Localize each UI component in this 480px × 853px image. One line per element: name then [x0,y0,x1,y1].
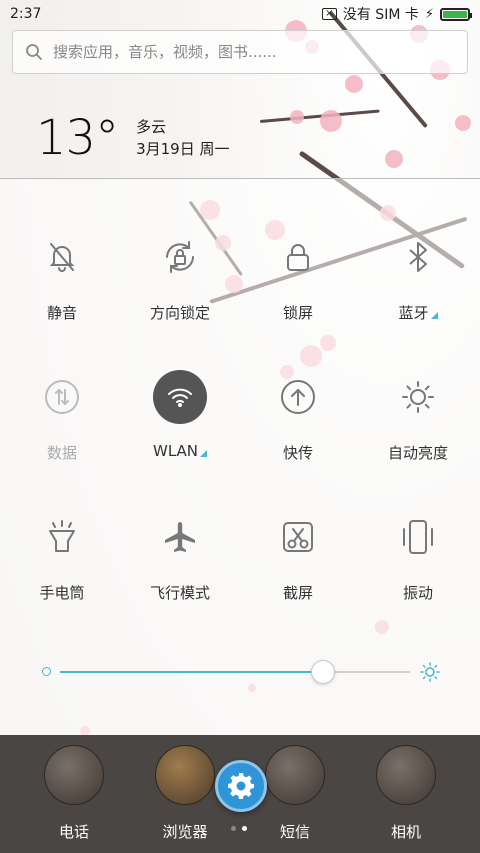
phone-app-icon [44,745,104,805]
toggle-label: 振动 [402,584,433,602]
toggle-flashlight[interactable]: 手电筒 [2,510,122,610]
charging-icon: ⚡ [424,6,434,22]
browser-app-icon [155,745,215,805]
weather-temperature: 13° [36,110,119,166]
toggle-airplane-mode[interactable]: 飞行模式 [120,510,240,610]
brightness-fill [60,671,323,673]
dock-app-label: 电话 [58,823,89,841]
toggle-label: 方向锁定 [149,304,210,322]
brightness-low-icon [42,667,51,676]
toggle-auto-brightness[interactable]: 自动亮度 [358,370,478,470]
battery-icon [440,7,472,21]
upload-icon [271,370,325,424]
page-dot-current[interactable] [242,826,247,831]
brightness-slider[interactable] [40,660,440,684]
airplane-icon [153,510,207,564]
toggle-label: 数据 [46,444,77,462]
messages-app-icon [265,745,325,805]
toggle-wlan[interactable]: WLAN [120,370,240,470]
data-icon [35,370,89,424]
wifi-icon [153,370,207,424]
toggle-label: 蓝牙 [398,304,429,322]
dock-app-label: 相机 [390,823,421,841]
toggle-label: WLAN [152,442,198,460]
battery-fill [443,10,467,18]
vibrate-icon [391,510,445,564]
dock-app-camera[interactable]: 相机 [346,745,466,842]
weather-widget[interactable]: 13° 多云 3月19日 周一 [36,110,229,166]
toggle-label-wrap: 蓝牙 [398,302,438,323]
toggle-label: 锁屏 [282,304,313,322]
header-divider [0,178,480,179]
weather-condition: 多云 [136,118,167,136]
toggle-rotation-lock[interactable]: 方向锁定 [120,230,240,330]
status-time: 2:37 [10,6,42,22]
submenu-indicator-icon[interactable] [430,312,438,319]
page-dot[interactable] [231,826,236,831]
toggle-mobile-data[interactable]: 数据 [2,370,122,470]
settings-button[interactable] [215,760,267,812]
bell-off-icon [35,230,89,284]
search-input[interactable] [53,43,433,61]
toggle-label: 手电筒 [39,584,85,602]
toggle-label: 自动亮度 [387,444,448,462]
dock-app-label: 短信 [279,823,310,841]
screenshot-icon [271,510,325,564]
search-icon [26,44,42,60]
lock-icon [271,230,325,284]
weather-date: 3月19日 周一 [136,140,230,158]
status-indicators: × 没有 SIM 卡 ⚡ [321,4,472,24]
sim-icon: × [321,8,337,20]
camera-app-icon [376,745,436,805]
sun-icon [391,370,445,424]
toggle-screenshot[interactable]: 截屏 [238,510,358,610]
dock-app-label: 浏览器 [162,823,208,841]
rotation-lock-icon [153,230,207,284]
brightness-knob[interactable] [310,660,335,684]
toggle-quick-transfer[interactable]: 快传 [238,370,358,470]
toggle-vibrate[interactable]: 振动 [358,510,478,610]
toggle-lock-screen[interactable]: 锁屏 [238,230,358,330]
toggle-label: 飞行模式 [149,584,210,602]
toggle-silent[interactable]: 静音 [2,230,122,330]
toggle-label: 静音 [46,304,77,322]
search-bar[interactable] [12,30,468,74]
flashlight-icon [35,510,89,564]
submenu-indicator-icon[interactable] [200,450,207,457]
toggle-bluetooth[interactable]: 蓝牙 [358,230,478,330]
dock-app-phone[interactable]: 电话 [14,745,134,842]
toggle-label: 快传 [282,444,313,462]
toggle-label-wrap: WLAN [153,442,207,460]
brightness-high-icon [420,662,440,682]
toggle-label: 截屏 [282,584,313,602]
carrier-label: 没有 SIM 卡 [342,7,419,23]
gear-icon [228,773,254,799]
bluetooth-icon [391,230,445,284]
status-bar: 2:37 × 没有 SIM 卡 ⚡ [0,0,480,28]
page-indicator [231,826,247,831]
